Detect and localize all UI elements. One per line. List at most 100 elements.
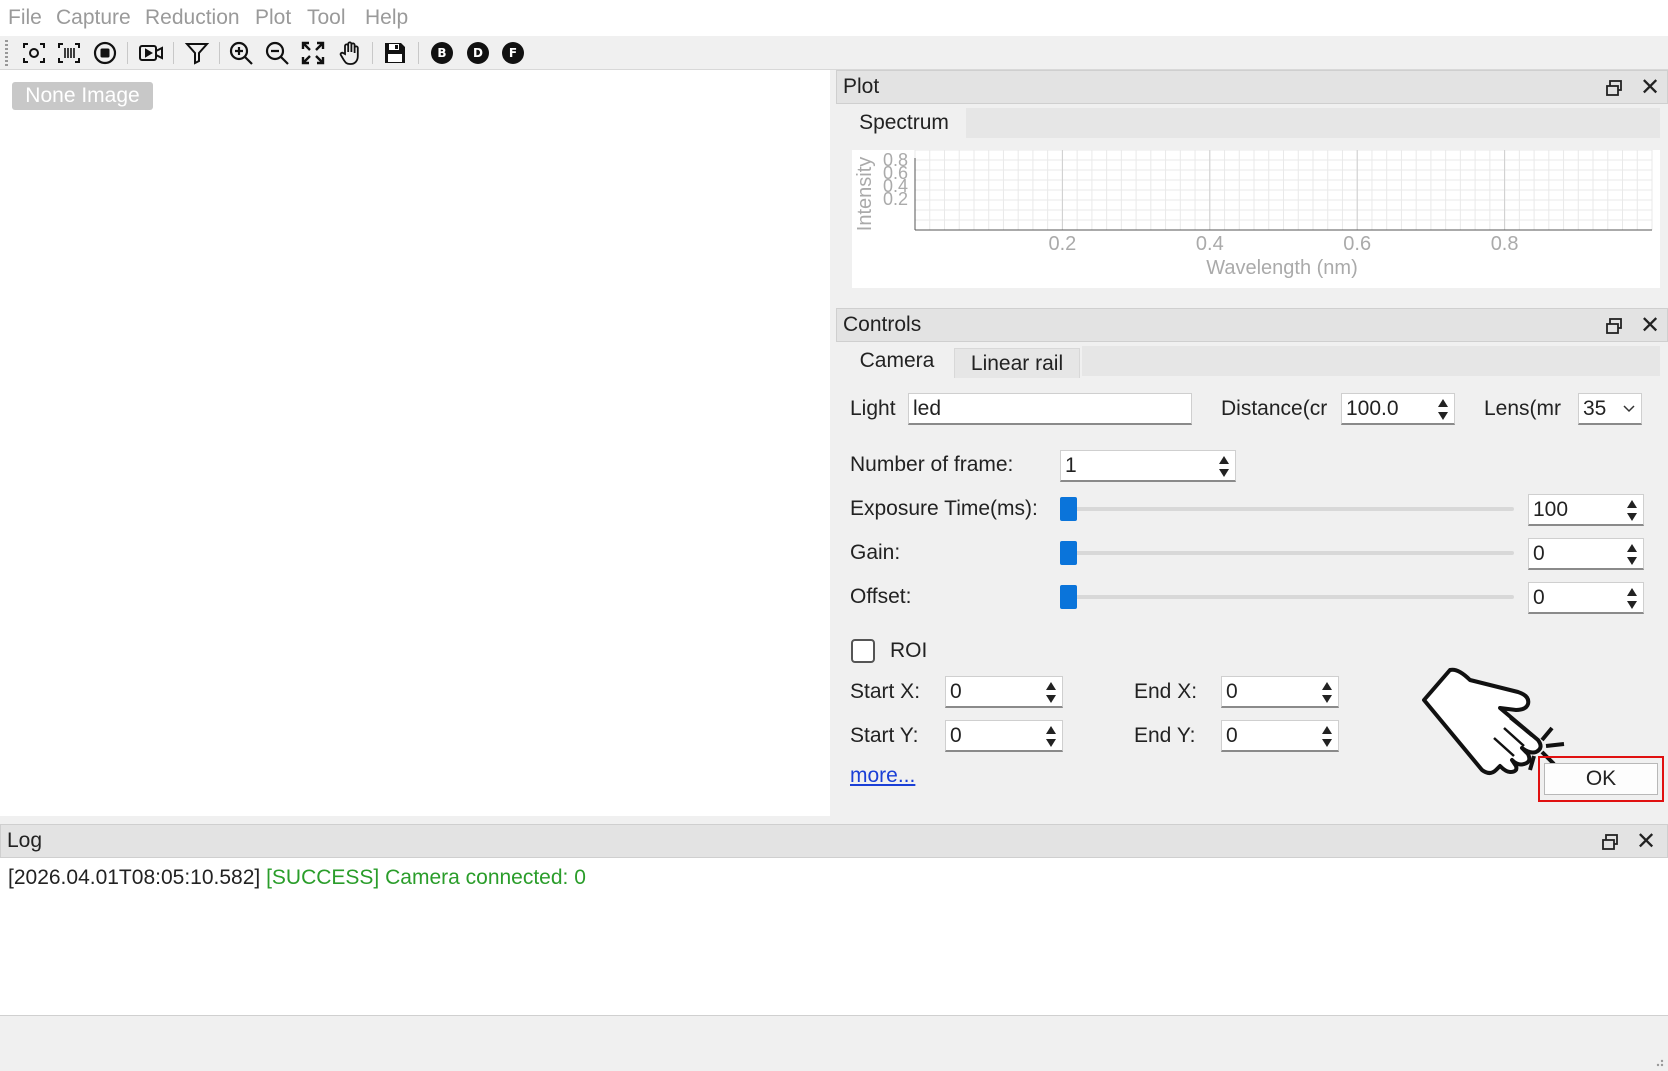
exposure-spinbox[interactable]: 100 xyxy=(1528,494,1644,526)
menu-plot[interactable]: Plot xyxy=(255,6,291,30)
toolbar-grip[interactable] xyxy=(5,40,8,66)
menu-help[interactable]: Help xyxy=(365,6,408,30)
toolbar-separator xyxy=(173,42,174,64)
exposure-value: 100 xyxy=(1533,498,1569,521)
filter-icon[interactable] xyxy=(182,39,212,67)
light-label: Light xyxy=(850,397,896,420)
gain-spinbox[interactable]: 0 xyxy=(1528,538,1644,570)
y-tick-label: 0.2 xyxy=(883,189,908,209)
start-x-label: Start X: xyxy=(850,680,921,703)
resize-grip-icon[interactable] xyxy=(1650,1053,1664,1067)
menu-tool[interactable]: Tool xyxy=(307,6,346,30)
spin-arrows-icon[interactable] xyxy=(1434,396,1452,422)
exposure-slider-track[interactable] xyxy=(1060,507,1514,511)
image-view[interactable] xyxy=(0,70,830,816)
log-status: [SUCCESS] xyxy=(266,866,380,889)
tab-spectrum[interactable]: Spectrum xyxy=(842,108,966,138)
lens-label: Lens(mr xyxy=(1484,397,1562,420)
light-input[interactable]: led xyxy=(908,393,1192,425)
float-icon[interactable] xyxy=(1604,78,1624,98)
pan-hand-icon[interactable] xyxy=(335,39,365,67)
toolbar-separator xyxy=(372,42,373,64)
spin-arrows-icon[interactable] xyxy=(1623,585,1641,611)
spin-arrows-icon[interactable] xyxy=(1318,723,1336,749)
log-message: Camera connected: 0 xyxy=(385,866,586,889)
end-x-spinbox[interactable]: 0 xyxy=(1221,676,1339,708)
plot-dock-title: Plot xyxy=(843,75,880,98)
barcode-scan-icon[interactable] xyxy=(54,39,84,67)
controls-dock-titlebar[interactable]: Controls ✕ xyxy=(836,308,1668,342)
menu-reduction[interactable]: Reduction xyxy=(145,6,240,30)
horizontal-splitter[interactable] xyxy=(0,816,1668,824)
end-y-spinbox[interactable]: 0 xyxy=(1221,720,1339,752)
log-entry: [2026.04.01T08:05:10.582] [SUCCESS] Came… xyxy=(8,866,586,890)
close-icon[interactable]: ✕ xyxy=(1639,76,1661,100)
offset-slider-track[interactable] xyxy=(1060,595,1514,599)
toolbar: B D F xyxy=(0,36,1668,70)
spin-arrows-icon[interactable] xyxy=(1623,497,1641,523)
spin-arrows-icon[interactable] xyxy=(1623,541,1641,567)
toolbar-separator xyxy=(127,42,128,64)
menu-capture[interactable]: Capture xyxy=(56,6,131,30)
fit-screen-icon[interactable] xyxy=(298,39,328,67)
status-bar xyxy=(0,1015,1668,1071)
y-tick-labels: 0.80.60.40.2 xyxy=(883,150,908,209)
roi-checkbox[interactable] xyxy=(851,639,875,663)
gain-slider-handle[interactable] xyxy=(1060,541,1077,565)
exposure-label: Exposure Time(ms): xyxy=(850,497,1038,520)
end-x-value: 0 xyxy=(1226,680,1238,703)
start-y-spinbox[interactable]: 0 xyxy=(945,720,1063,752)
b-circle-icon[interactable]: B xyxy=(427,39,457,67)
roi-label: ROI xyxy=(890,639,928,662)
none-image-badge: None Image xyxy=(12,82,153,110)
start-x-spinbox[interactable]: 0 xyxy=(945,676,1063,708)
tab-bar-filler xyxy=(1082,346,1660,376)
x-axis-label: Wavelength (nm) xyxy=(1206,257,1358,279)
video-record-icon[interactable] xyxy=(136,39,166,67)
plot-dock-titlebar[interactable]: Plot ✕ xyxy=(836,70,1668,104)
lens-value: 35 xyxy=(1583,397,1607,420)
end-x-label: End X: xyxy=(1134,680,1198,703)
start-y-label: Start Y: xyxy=(850,724,919,747)
controls-dock-title: Controls xyxy=(843,313,922,336)
close-icon[interactable]: ✕ xyxy=(1635,830,1657,854)
end-y-label: End Y: xyxy=(1134,724,1196,747)
spin-arrows-icon[interactable] xyxy=(1318,679,1336,705)
d-circle-icon[interactable]: D xyxy=(463,39,493,67)
gain-label: Gain: xyxy=(850,541,901,564)
close-icon[interactable]: ✕ xyxy=(1639,314,1661,338)
focus-icon[interactable] xyxy=(19,39,49,67)
frames-value: 1 xyxy=(1065,454,1077,477)
zoom-in-icon[interactable] xyxy=(226,39,256,67)
spin-arrows-icon[interactable] xyxy=(1215,453,1233,479)
stop-icon[interactable] xyxy=(90,39,120,67)
x-tick-label: 0.6 xyxy=(1343,233,1371,255)
menu-bar: File Capture Reduction Plot Tool Help xyxy=(0,0,1668,36)
exposure-slider-handle[interactable] xyxy=(1060,497,1077,521)
start-x-value: 0 xyxy=(950,680,962,703)
offset-spinbox[interactable]: 0 xyxy=(1528,582,1644,614)
tab-camera[interactable]: Camera xyxy=(842,346,952,376)
distance-spinbox[interactable]: 100.0 xyxy=(1341,393,1455,425)
end-y-value: 0 xyxy=(1226,724,1238,747)
more-link[interactable]: more... xyxy=(850,764,915,788)
tab-linear-rail[interactable]: Linear rail xyxy=(954,348,1080,378)
spin-arrows-icon[interactable] xyxy=(1042,679,1060,705)
frames-spinbox[interactable]: 1 xyxy=(1060,450,1236,482)
menu-file[interactable]: File xyxy=(8,6,42,30)
float-icon[interactable] xyxy=(1604,316,1624,336)
offset-slider-handle[interactable] xyxy=(1060,585,1077,609)
save-icon[interactable] xyxy=(380,39,410,67)
f-circle-icon[interactable]: F xyxy=(498,39,528,67)
float-icon[interactable] xyxy=(1600,832,1620,852)
gain-slider-track[interactable] xyxy=(1060,551,1514,555)
zoom-out-icon[interactable] xyxy=(262,39,292,67)
distance-value: 100.0 xyxy=(1346,397,1399,420)
offset-value: 0 xyxy=(1533,586,1545,609)
chevron-down-icon xyxy=(1623,405,1635,413)
spin-arrows-icon[interactable] xyxy=(1042,723,1060,749)
spectrum-chart[interactable]: 0.80.60.40.2 0.2 0.4 0.6 0.8 Intensity Wave… xyxy=(852,150,1660,288)
ok-button[interactable]: OK xyxy=(1544,763,1658,795)
lens-select[interactable]: 35 xyxy=(1578,393,1642,425)
log-dock-titlebar[interactable]: Log ✕ xyxy=(0,824,1668,858)
